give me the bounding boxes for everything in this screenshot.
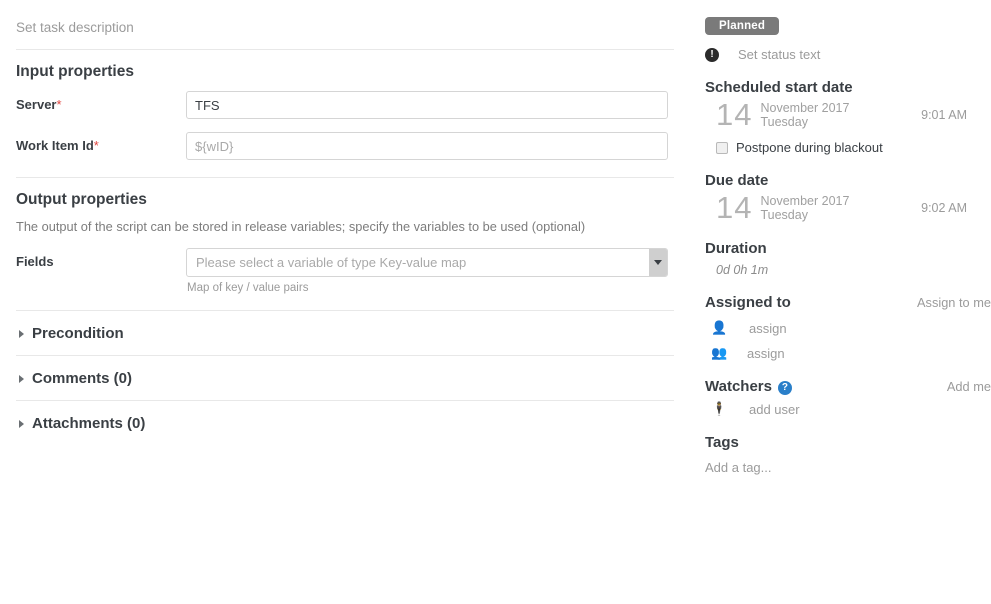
attachments-label: Attachments (0) [32, 415, 145, 432]
form-row-work-item-id: Work Item Id* [16, 132, 674, 160]
server-label-text: Server [16, 97, 56, 112]
divider-output [16, 177, 674, 178]
watchers-header: Watchers? Add me [705, 378, 991, 395]
chevron-down-icon [654, 260, 662, 265]
work-item-id-required-asterisk: * [94, 138, 99, 153]
add-tag-input[interactable]: Add a tag... [705, 460, 991, 475]
status-badge: Planned [705, 17, 779, 35]
scheduled-start-date-heading: Scheduled start date [705, 79, 991, 96]
fields-select-arrow-button[interactable] [649, 249, 667, 276]
exclamation-icon: ! [705, 48, 719, 62]
duration-value: 0d 0h 1m [705, 263, 991, 277]
chevron-right-icon [19, 375, 24, 383]
due-date-month-year: November 2017 [760, 194, 849, 208]
fields-select-placeholder: Please select a variable of type Key-val… [187, 255, 649, 270]
due-date-value[interactable]: 14 November 2017 Tuesday 9:02 AM [705, 193, 991, 223]
assigned-user-placeholder[interactable]: assign [749, 321, 787, 336]
fields-select[interactable]: Please select a variable of type Key-val… [186, 248, 668, 277]
due-date-heading: Due date [705, 172, 991, 189]
assigned-team-row[interactable]: 👥 assign [705, 345, 991, 361]
chevron-right-icon [19, 420, 24, 428]
scheduled-start-month-year: November 2017 [760, 101, 849, 115]
assigned-user-row[interactable]: 👤 assign [705, 320, 991, 336]
postpone-during-blackout-row[interactable]: Postpone during blackout [705, 140, 991, 155]
tags-heading: Tags [705, 434, 991, 451]
watchers-heading-wrap: Watchers? [705, 378, 792, 395]
watchers-add-user-row[interactable]: 🕴 add user [705, 401, 991, 417]
assigned-to-header: Assigned to Assign to me [705, 294, 991, 311]
add-me-link[interactable]: Add me [947, 379, 991, 394]
assigned-to-heading: Assigned to [705, 294, 791, 311]
due-date-time[interactable]: 9:02 AM [921, 201, 991, 215]
scheduled-start-weekday: Tuesday [760, 115, 849, 129]
help-question-icon[interactable]: ? [778, 381, 792, 395]
collapsible-comments[interactable]: Comments (0) [16, 356, 674, 400]
task-sidebar: Planned ! Set status text Scheduled star… [705, 0, 991, 475]
server-required-asterisk: * [56, 97, 61, 112]
server-label: Server* [16, 91, 186, 112]
form-row-fields: Fields Please select a variable of type … [16, 248, 674, 294]
duration-heading: Duration [705, 240, 991, 257]
server-field-wrap [186, 91, 674, 119]
fields-help-text: Map of key / value pairs [186, 282, 674, 294]
precondition-label: Precondition [32, 325, 124, 342]
due-date-month-weekday: November 2017 Tuesday [760, 194, 849, 222]
scheduled-start-time[interactable]: 9:01 AM [921, 108, 991, 122]
watchers-add-user-placeholder[interactable]: add user [749, 402, 800, 417]
main-content: Set task description Input properties Se… [0, 0, 690, 445]
fields-label: Fields [16, 248, 186, 269]
output-properties-description: The output of the script can be stored i… [16, 219, 674, 234]
work-item-id-input[interactable] [186, 132, 668, 160]
postpone-label: Postpone during blackout [736, 140, 883, 155]
due-date-day: 14 [716, 193, 752, 223]
task-detail-page: Set task description Input properties Se… [0, 0, 991, 604]
collapsible-precondition[interactable]: Precondition [16, 311, 674, 355]
collapsible-attachments[interactable]: Attachments (0) [16, 401, 674, 445]
assign-to-me-link[interactable]: Assign to me [917, 295, 991, 310]
divider-top [16, 49, 674, 50]
work-item-id-label-text: Work Item Id [16, 138, 94, 153]
fields-select-wrap: Please select a variable of type Key-val… [186, 248, 674, 294]
input-properties-title: Input properties [16, 63, 674, 81]
scheduled-start-date-value[interactable]: 14 November 2017 Tuesday 9:01 AM [705, 100, 991, 130]
status-text-placeholder[interactable]: Set status text [738, 47, 820, 62]
watchers-heading: Watchers [705, 378, 772, 395]
due-date-weekday: Tuesday [760, 208, 849, 222]
scheduled-start-month-weekday: November 2017 Tuesday [760, 101, 849, 129]
chevron-right-icon [19, 330, 24, 338]
user-icon: 👤 [711, 320, 727, 336]
users-group-icon: 👥 [711, 345, 727, 361]
binoculars-icon: 🕴 [711, 401, 727, 417]
scheduled-start-day: 14 [716, 100, 752, 130]
output-properties-title: Output properties [16, 191, 674, 209]
status-text-row[interactable]: ! Set status text [705, 47, 991, 62]
work-item-id-field-wrap [186, 132, 674, 160]
postpone-checkbox[interactable] [716, 142, 728, 154]
work-item-id-label: Work Item Id* [16, 132, 186, 153]
form-row-server: Server* [16, 91, 674, 119]
server-input[interactable] [186, 91, 668, 119]
task-description-field[interactable]: Set task description [16, 0, 674, 49]
assigned-team-placeholder[interactable]: assign [747, 346, 785, 361]
comments-label: Comments (0) [32, 370, 132, 387]
